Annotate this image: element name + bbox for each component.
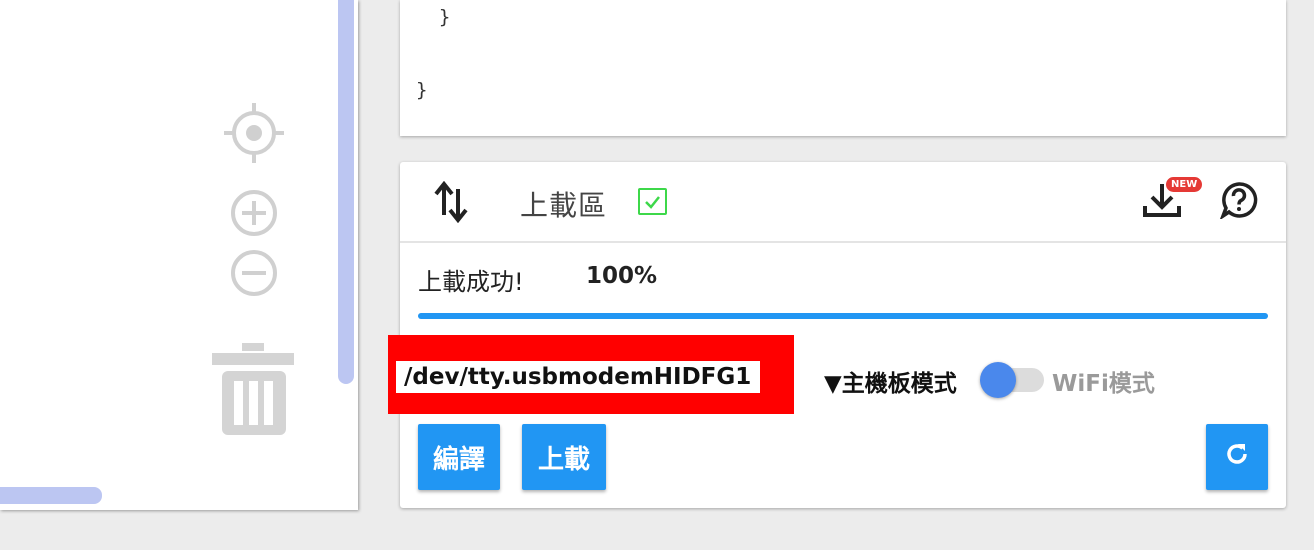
zoom-out-icon[interactable] [229, 248, 279, 298]
help-icon[interactable] [1220, 181, 1258, 219]
upload-percent: 100% [586, 263, 658, 289]
upload-panel-header: 上載區 NEW [400, 162, 1286, 243]
crosshair-icon[interactable] [224, 103, 284, 163]
refresh-button[interactable] [1206, 424, 1268, 490]
transfer-arrows-icon [434, 181, 468, 223]
vertical-scrollbar[interactable] [338, 0, 354, 384]
blocks-workspace[interactable] [0, 0, 358, 510]
zoom-in-icon[interactable] [229, 188, 279, 238]
upload-progress-bar [418, 313, 1268, 319]
new-badge: NEW [1166, 177, 1203, 192]
code-line: } [416, 6, 451, 28]
upload-panel-title: 上載區 [520, 189, 608, 222]
upload-panel: 上載區 NEW 上載成功! 100% ▼主機板模式 [388, 162, 1286, 508]
mode-toggle-knob[interactable] [980, 362, 1016, 398]
upload-status-text: 上載成功! [418, 268, 524, 296]
refresh-icon [1224, 441, 1250, 474]
wifi-mode-label[interactable]: WiFi模式 [1052, 364, 1155, 398]
compile-button[interactable]: 編譯 [418, 424, 500, 490]
board-mode-label[interactable]: ▼主機板模式 [824, 364, 957, 398]
trash-icon[interactable] [212, 341, 294, 436]
upload-success-checkbox[interactable] [638, 188, 667, 215]
horizontal-scrollbar[interactable] [0, 487, 102, 504]
mode-toggle[interactable] [980, 362, 1044, 398]
port-highlight-frame [388, 335, 794, 414]
code-line: } [416, 79, 428, 101]
serial-port-field[interactable] [396, 361, 760, 393]
upload-progress-fill [418, 313, 1268, 319]
code-preview: } } [400, 0, 1286, 136]
upload-button[interactable]: 上載 [522, 424, 606, 490]
